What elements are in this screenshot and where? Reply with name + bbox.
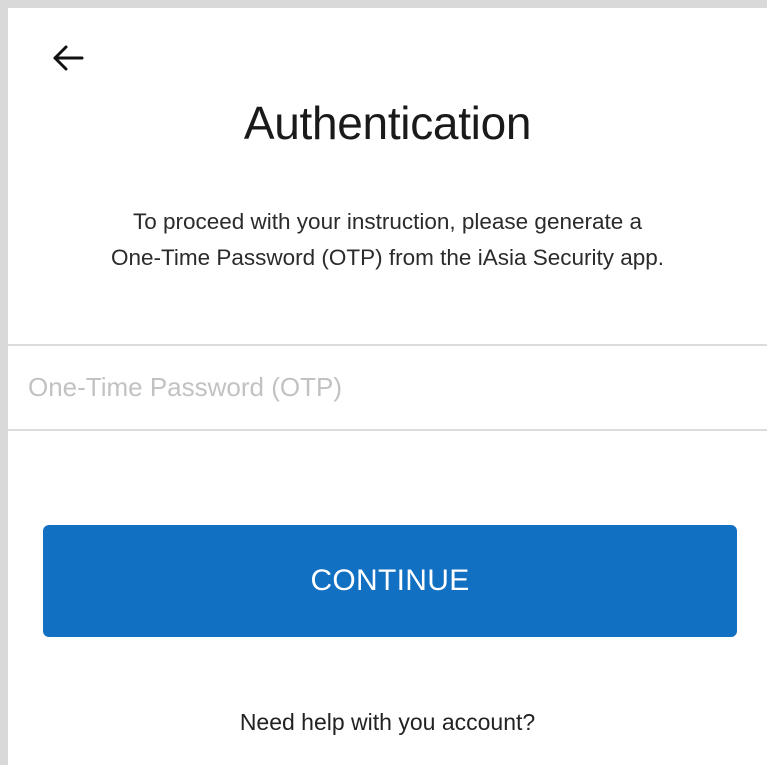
authentication-screen: Authentication To proceed with your inst…: [8, 8, 767, 765]
instruction-line-2: One-Time Password (OTP) from the iAsia S…: [110, 245, 665, 270]
arrow-left-icon: [52, 44, 84, 72]
instruction-text: To proceed with your instruction, please…: [28, 204, 747, 276]
help-link[interactable]: Need help with you account?: [8, 709, 767, 736]
instruction-line-1: To proceed with your instruction, please…: [132, 209, 643, 234]
otp-input[interactable]: [8, 346, 767, 429]
page-title: Authentication: [243, 97, 532, 149]
input-divider-bottom: [8, 429, 767, 431]
back-button[interactable]: [46, 36, 90, 80]
continue-button[interactable]: CONTINUE: [43, 525, 737, 637]
